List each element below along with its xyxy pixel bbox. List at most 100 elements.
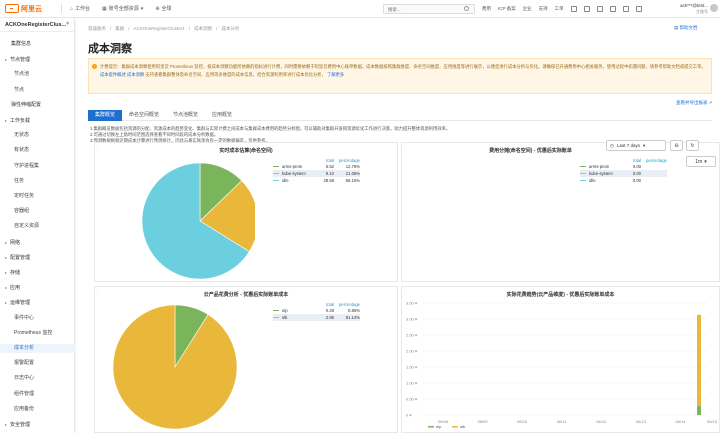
notice-link-overview[interactable]: 成本套件概述	[100, 72, 126, 77]
tab-cluster-overview[interactable]: 集群概览	[88, 110, 123, 121]
legend-row[interactable]: eip 0.28 8.86%	[273, 307, 360, 314]
sidebar-item[interactable]: 报警配置	[0, 359, 75, 368]
pie-slice-slb[interactable]	[112, 304, 238, 430]
warning-icon: !	[92, 64, 97, 69]
refresh-button[interactable]: ↻	[686, 140, 699, 151]
sidebar-item[interactable]: ▸ 安全管理	[0, 420, 75, 429]
time-range-picker[interactable]: ◷ Last 7 days ▾	[606, 140, 666, 151]
topbar-link-fees[interactable]: 费用	[482, 6, 491, 12]
sidebar-item[interactable]: 有状态	[0, 146, 75, 155]
legend-total: 5.52	[325, 164, 334, 169]
sidebar-item[interactable]: 定时任务	[0, 192, 75, 201]
brand-logo[interactable]: 阿里云	[5, 4, 61, 14]
sidebar-item-label: 有状态	[14, 147, 30, 154]
y-tick-label: 3.50 ¥	[406, 301, 418, 306]
topbar-link-ticket[interactable]: 工单	[555, 6, 564, 12]
breadcrumb: 容器服务 / 集群 / ACKOneRegisterCluster1/ 成本洞察 / …	[88, 26, 240, 32]
zoom-out-button[interactable]: ⊖	[670, 140, 683, 151]
topbar-link-icp[interactable]: ICP 备案	[498, 6, 516, 12]
region-selector[interactable]: ⊕ 全球	[155, 5, 171, 13]
topbar-link-support[interactable]: 支持	[539, 6, 548, 12]
help-docs-link[interactable]: ▤ 帮助文档	[674, 25, 698, 31]
breadcrumb-item[interactable]: 成本洞察	[194, 26, 212, 32]
legend-header-total[interactable]: total	[316, 302, 334, 307]
sidebar-item[interactable]: 集群信息	[0, 40, 75, 49]
message-icon[interactable]	[583, 6, 590, 12]
sidebar-item[interactable]: 容器组	[0, 207, 75, 216]
legend-row[interactable]: arms-prom 0.00	[580, 163, 667, 170]
user-info[interactable]: ack***@test... 主账号	[676, 3, 708, 15]
notice-link-more[interactable]: 了解更多	[327, 72, 344, 77]
legend-header-percentage[interactable]: percentage	[334, 158, 360, 163]
bar-slb-06/15[interactable]	[697, 314, 701, 407]
sidebar-item[interactable]: 守护进程集	[0, 162, 75, 171]
sidebar-item[interactable]: 任务	[0, 177, 75, 186]
sidebar-item[interactable]: ▸ 网络	[0, 238, 75, 247]
sidebar-item[interactable]: ▸ 存储	[0, 268, 75, 277]
help-icon[interactable]	[609, 6, 616, 12]
sidebar-item[interactable]: 组件管理	[0, 390, 75, 399]
legend-swatch	[273, 316, 279, 319]
sidebar-item[interactable]: 事件中心	[0, 314, 75, 323]
sidebar-item[interactable]: 弹性伸缩配置	[0, 101, 75, 110]
cart-icon[interactable]	[596, 6, 603, 12]
breadcrumb-item[interactable]: 集群	[115, 26, 124, 32]
sidebar-item[interactable]: 日志中心	[0, 374, 75, 383]
sidebar-item[interactable]: Prometheus 监控	[0, 329, 75, 338]
legend-row[interactable]: idle 0.00	[580, 177, 667, 184]
sidebar-item[interactable]: 无状态	[0, 131, 75, 140]
avatar[interactable]	[710, 4, 718, 12]
legend-percentage: 21.06%	[345, 171, 360, 176]
legend-total: 28.58	[323, 178, 334, 183]
y-tick-label: 1.00 ¥	[406, 381, 418, 386]
global-search-input[interactable]	[383, 4, 475, 14]
legend-label[interactable]: eip	[436, 424, 442, 429]
sidebar-item[interactable]: 节点池	[0, 70, 75, 79]
namespace-split-legend: total percentage arms-prom 0.00 kube-system 0…	[580, 157, 667, 184]
legend-swatch	[580, 165, 586, 168]
topbar-link-enterprise[interactable]: 企业	[523, 6, 532, 12]
refresh-interval-select[interactable]: 1m ▾	[686, 156, 716, 167]
legend-header-total[interactable]: total	[623, 158, 641, 163]
legend-label[interactable]: slb	[460, 424, 466, 429]
breadcrumb-item[interactable]: 容器服务	[88, 26, 106, 32]
breadcrumb-item[interactable]: ACKOneRegisterCluster1	[134, 26, 185, 32]
notice-link-insight[interactable]: 成本洞察	[127, 72, 144, 77]
cloud-product-panel: ⁞ 云产品花费分析 - 优惠后实际账单成本 total percentage eip…	[94, 286, 398, 433]
tab-namespace-overview[interactable]: 命名空间概览	[122, 110, 166, 121]
y-tick-label: 3.00 ¥	[406, 317, 418, 322]
legend-row[interactable]: kube-system 9.10 21.06%	[273, 170, 360, 177]
tab-nodepool-overview[interactable]: 节点池概览	[166, 110, 205, 121]
cost-trend-bar-chart: 0 ¥ 0.50 ¥ 1.00 ¥ 1.50 ¥ 2.00 ¥ 2.50 ¥ 3.00 ¥ 3…	[406, 301, 718, 430]
realtime-cost-panel: ⁞ 实时成本估算(命名空间) total percentage arms-prom 5…	[94, 142, 398, 282]
sidebar-item[interactable]: ▸ 配置管理	[0, 253, 75, 262]
legend-row[interactable]: idle 28.58 66.16%	[273, 177, 360, 184]
x-tick-label: 06/12	[596, 419, 607, 424]
sidebar-item[interactable]: ▸ 节点管理	[0, 55, 75, 64]
sidebar-item[interactable]: 节点	[0, 86, 75, 95]
account-selector[interactable]: ▦ 账号全部资源 ▾	[102, 5, 143, 13]
sidebar-item[interactable]: 成本分析	[0, 344, 75, 353]
legend-row[interactable]: kube-system 0.00	[580, 170, 667, 177]
sidebar-item[interactable]: 应用备份	[0, 405, 75, 414]
sidebar-item[interactable]: ▸ 工作负载	[0, 116, 75, 125]
legend-swatch	[580, 179, 586, 182]
screen-icon[interactable]	[570, 6, 577, 12]
sidebar-item[interactable]: 自定义资源	[0, 222, 75, 231]
sidebar-item[interactable]: ▸ 应用	[0, 283, 75, 292]
legend-row[interactable]: arms-prom 5.52 12.78%	[273, 163, 360, 170]
bell-icon[interactable]	[622, 6, 629, 12]
workbench-link[interactable]: ⌂ 工作台	[70, 5, 90, 13]
legend-header-percentage[interactable]: percentage	[641, 158, 667, 163]
legend-header-percentage[interactable]: percentage	[334, 302, 360, 307]
legend-row[interactable]: slb 2.85 91.14%	[273, 314, 360, 321]
export-report-link[interactable]: 查看并导出报表 ↗	[676, 100, 713, 106]
bar-eip-06/15[interactable]	[697, 406, 701, 415]
sidebar-item[interactable]: ▸ 运维管理	[0, 298, 75, 307]
search-icon[interactable]	[464, 6, 469, 11]
tab-app-overview[interactable]: 应用概览	[205, 110, 239, 121]
language-icon[interactable]	[635, 6, 642, 12]
legend-header-total[interactable]: total	[316, 158, 334, 163]
cluster-switcher[interactable]: ACKOneRegisterClus... ▾	[0, 18, 74, 32]
legend-swatch	[273, 179, 279, 182]
